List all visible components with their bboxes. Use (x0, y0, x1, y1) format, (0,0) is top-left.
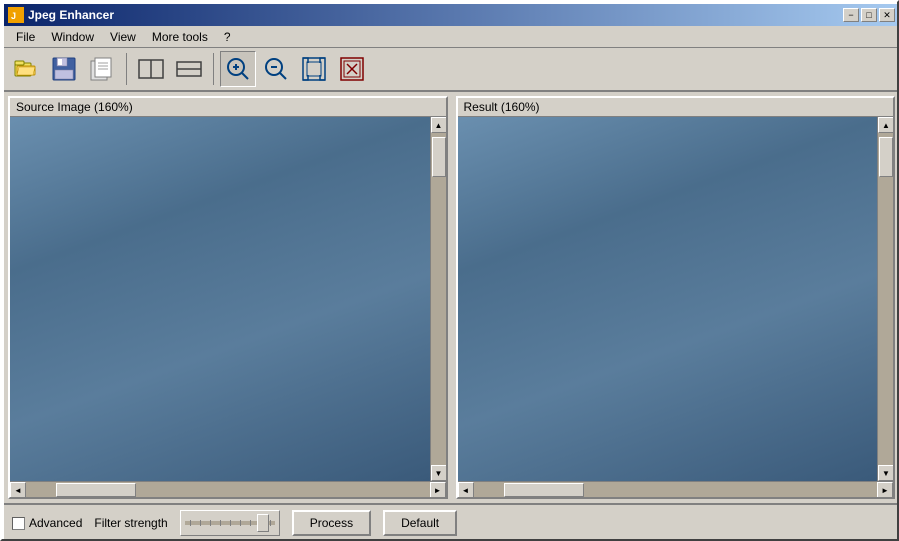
result-vscroll-up[interactable]: ▲ (878, 117, 893, 133)
source-scroll-area[interactable] (10, 117, 430, 481)
split-icon (138, 56, 164, 82)
separator-1 (126, 53, 127, 85)
tick-4 (220, 520, 221, 526)
fit-icon (301, 56, 327, 82)
window-title: Jpeg Enhancer (28, 8, 114, 22)
toolbar (4, 48, 899, 92)
result-hscroll-track[interactable] (474, 482, 878, 497)
result-vscroll-down[interactable]: ▼ (878, 465, 893, 481)
tick-2 (200, 520, 201, 526)
title-bar: J Jpeg Enhancer − □ ✕ (4, 4, 899, 26)
bottom-bar: Advanced Filter strength (4, 503, 899, 541)
open-icon (13, 56, 39, 82)
source-vscroll-up[interactable]: ▲ (431, 117, 446, 133)
result-viewport: ▲ ▼ (458, 117, 894, 481)
source-image (10, 117, 430, 481)
zoom-out-icon (263, 56, 289, 82)
default-button[interactable]: Default (383, 510, 457, 536)
source-panel-title: Source Image (160%) (10, 98, 446, 117)
application-window: J Jpeg Enhancer − □ ✕ File Window View M… (0, 0, 899, 541)
result-scroll-area[interactable] (458, 117, 878, 481)
result-vscroll[interactable]: ▲ ▼ (877, 117, 893, 481)
menu-window[interactable]: Window (43, 28, 102, 46)
result-hscroll-thumb[interactable] (504, 483, 584, 497)
source-viewport: ▲ ▼ (10, 117, 446, 481)
tick-7 (250, 520, 251, 526)
actual-size-icon (339, 56, 365, 82)
layout-button[interactable] (171, 51, 207, 87)
result-hscroll[interactable]: ◄ ► (458, 481, 894, 497)
source-vscroll-track[interactable] (431, 133, 446, 465)
menu-help[interactable]: ? (216, 28, 239, 46)
result-hscroll-right[interactable]: ► (877, 482, 893, 498)
source-vscroll[interactable]: ▲ ▼ (430, 117, 446, 481)
panels-container: Source Image (160%) ▲ ▼ (4, 92, 899, 503)
save-icon (51, 56, 77, 82)
save-button[interactable] (46, 51, 82, 87)
source-hscroll-track[interactable] (26, 482, 430, 497)
source-hscroll[interactable]: ◄ ► (10, 481, 446, 497)
maximize-button[interactable]: □ (861, 8, 877, 22)
filter-strength-thumb[interactable] (257, 514, 269, 532)
filter-strength-slider-container[interactable] (180, 510, 280, 536)
tick-9 (270, 520, 271, 526)
advanced-label: Advanced (29, 516, 82, 530)
process-button[interactable]: Process (292, 510, 371, 536)
layout-icon (176, 56, 202, 82)
menu-view[interactable]: View (102, 28, 144, 46)
tick-6 (240, 520, 241, 526)
result-panel-title: Result (160%) (458, 98, 894, 117)
advanced-checkbox[interactable] (12, 517, 25, 530)
close-button[interactable]: ✕ (879, 8, 895, 22)
tick-3 (210, 520, 211, 526)
svg-text:J: J (11, 11, 16, 21)
window-controls: − □ ✕ (843, 8, 895, 22)
menu-file[interactable]: File (8, 28, 43, 46)
zoom-in-button[interactable] (220, 51, 256, 87)
source-hscroll-right[interactable]: ► (430, 482, 446, 498)
source-panel: Source Image (160%) ▲ ▼ (8, 96, 448, 499)
menu-bar: File Window View More tools ? (4, 26, 899, 48)
result-image (458, 117, 878, 481)
result-panel: Result (160%) ▲ ▼ (456, 96, 896, 499)
tick-1 (190, 520, 191, 526)
fit-window-button[interactable] (296, 51, 332, 87)
source-vscroll-thumb[interactable] (432, 137, 446, 177)
open-button[interactable] (8, 51, 44, 87)
advanced-checkbox-container: Advanced (12, 516, 82, 530)
copy-button[interactable] (84, 51, 120, 87)
actual-size-button[interactable] (334, 51, 370, 87)
zoom-in-icon (225, 56, 251, 82)
menu-more-tools[interactable]: More tools (144, 28, 216, 46)
tick-5 (230, 520, 231, 526)
separator-2 (213, 53, 214, 85)
source-hscroll-thumb[interactable] (56, 483, 136, 497)
filter-strength-label: Filter strength (94, 516, 167, 530)
split-button[interactable] (133, 51, 169, 87)
result-hscroll-left[interactable]: ◄ (458, 482, 474, 498)
source-vscroll-down[interactable]: ▼ (431, 465, 446, 481)
main-content: Source Image (160%) ▲ ▼ (4, 92, 899, 541)
filter-strength-track[interactable] (185, 521, 275, 525)
copy-icon (89, 56, 115, 82)
minimize-button[interactable]: − (843, 8, 859, 22)
app-icon: J (8, 7, 24, 23)
result-vscroll-thumb[interactable] (879, 137, 893, 177)
zoom-out-button[interactable] (258, 51, 294, 87)
source-hscroll-left[interactable]: ◄ (10, 482, 26, 498)
result-vscroll-track[interactable] (878, 133, 893, 465)
